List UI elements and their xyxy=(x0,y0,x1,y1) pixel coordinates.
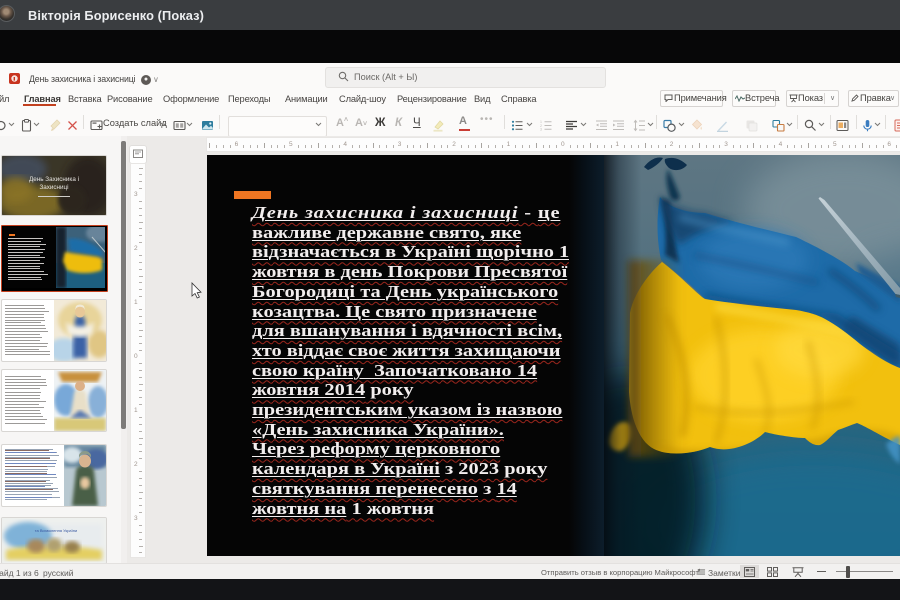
svg-text:3: 3 xyxy=(540,128,542,132)
